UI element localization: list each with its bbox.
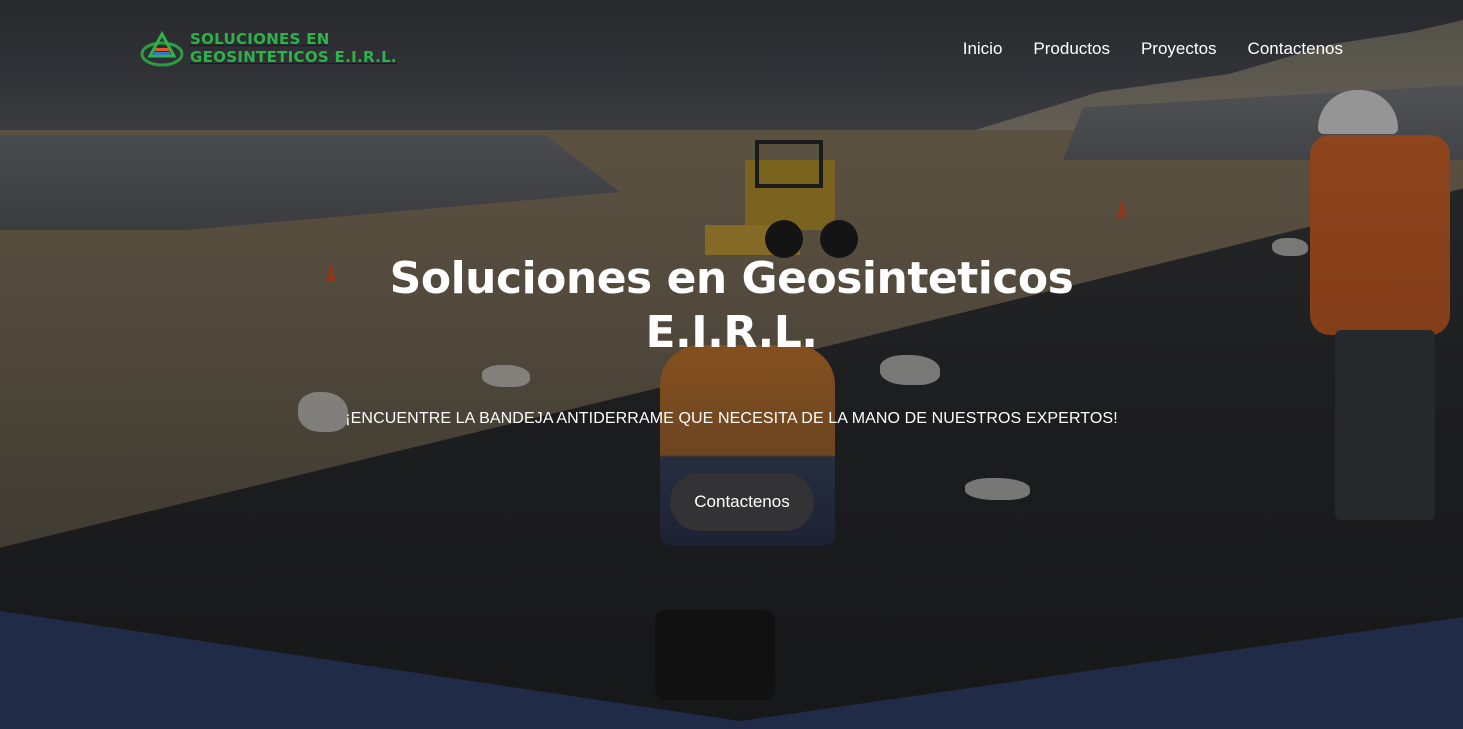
hero-title: Soluciones en Geosinteticos E.I.R.L. bbox=[389, 253, 1074, 358]
brand-name-line1: SOLUCIONES EN bbox=[190, 30, 330, 48]
site-header: SOLUCIONES EN GEOSINTETICOS E.I.R.L. Ini… bbox=[0, 0, 1463, 100]
section-divider-shape bbox=[0, 611, 1463, 729]
nav-item-contactenos[interactable]: Contactenos bbox=[1248, 38, 1343, 60]
hero-section: SOLUCIONES EN GEOSINTETICOS E.I.R.L. Ini… bbox=[0, 0, 1463, 729]
hero-subtitle: ¡ENCUENTRE LA BANDEJA ANTIDERRAME QUE NE… bbox=[345, 410, 1118, 427]
hero-content: Soluciones en Geosinteticos E.I.R.L. ¡EN… bbox=[0, 252, 1463, 428]
nav-item-productos[interactable]: Productos bbox=[1033, 38, 1110, 60]
nav-item-proyectos[interactable]: Proyectos bbox=[1141, 38, 1217, 60]
brand-name-line2: GEOSINTETICOS E.I.R.L. bbox=[190, 48, 397, 66]
contact-cta-button[interactable]: Contactenos bbox=[670, 473, 814, 531]
geo-logo-icon bbox=[140, 30, 184, 67]
nav-item-inicio[interactable]: Inicio bbox=[963, 38, 1003, 60]
brand-logo[interactable]: SOLUCIONES EN GEOSINTETICOS E.I.R.L. bbox=[140, 26, 397, 70]
main-nav: Inicio Productos Proyectos Contactenos bbox=[963, 38, 1343, 60]
